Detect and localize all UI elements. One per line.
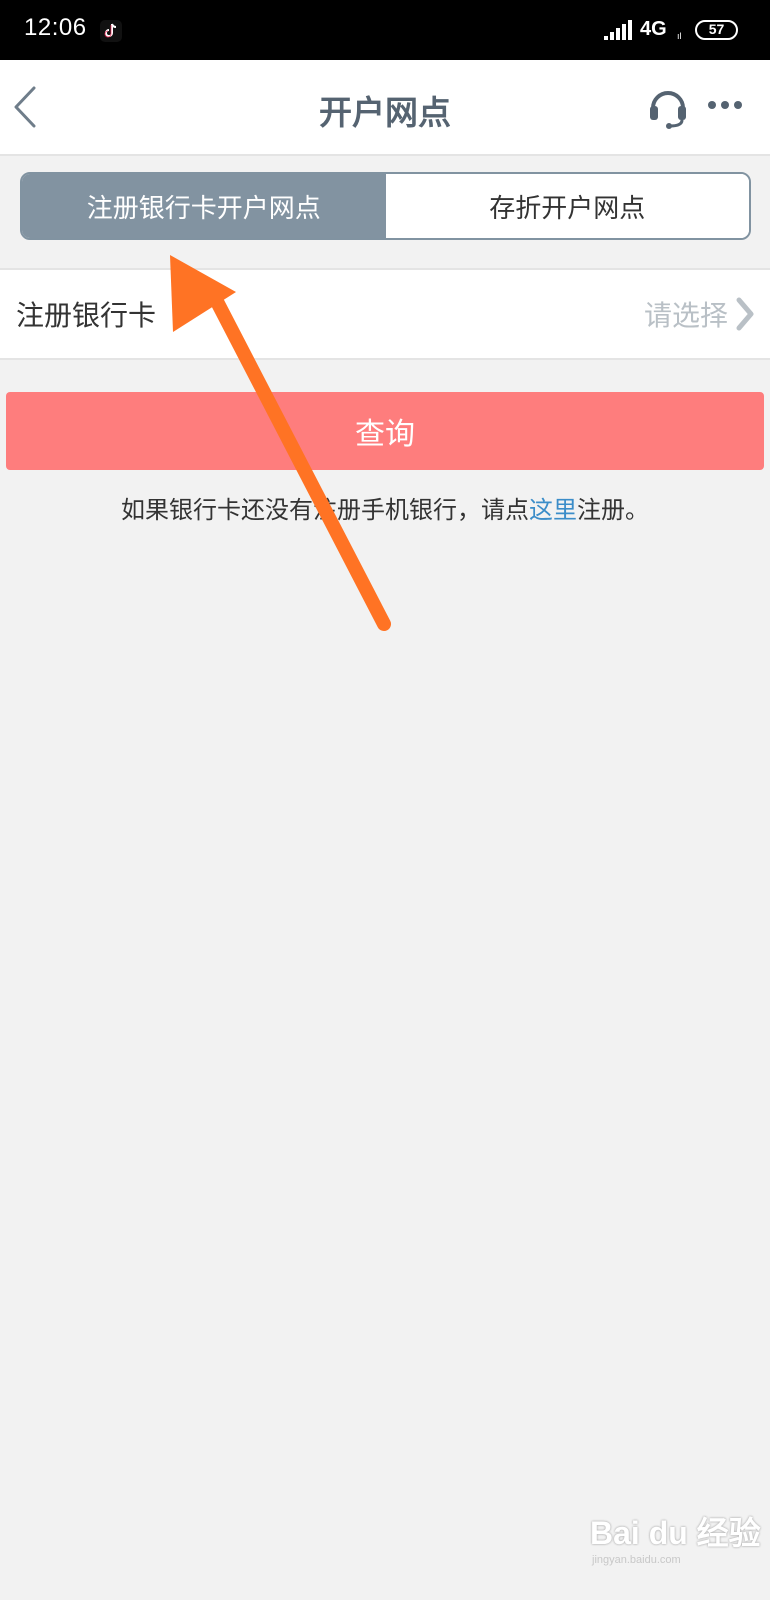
nav-bar: 开户网点: [0, 60, 770, 156]
network-strength: ıl: [677, 31, 682, 41]
status-bar: 12:06 4G ıl 57: [0, 0, 770, 60]
card-select-label: 注册银行卡: [16, 299, 157, 332]
signal-icon: [604, 20, 634, 46]
tab-switch: 注册银行卡开户网点 存折开户网点: [20, 172, 751, 240]
card-select-value[interactable]: 请选择: [644, 294, 728, 334]
more-icon[interactable]: [707, 96, 743, 115]
battery-icon: 57: [695, 20, 738, 40]
register-hint-prefix: 如果银行卡还没有注册手机银行，请点: [121, 496, 529, 524]
card-select-row[interactable]: 注册银行卡 请选择: [0, 268, 770, 360]
status-time: 12:06: [24, 14, 87, 41]
query-button[interactable]: 查询: [6, 392, 764, 470]
watermark-url: jingyan.baidu.com: [592, 1554, 681, 1566]
tab-passbook-branch[interactable]: 存折开户网点: [385, 174, 749, 238]
register-hint-suffix: 注册。: [577, 496, 649, 524]
battery-level: 57: [708, 21, 725, 37]
watermark-logo: Bai du 经验: [590, 1515, 761, 1551]
tab-registered-card-branch[interactable]: 注册银行卡开户网点: [22, 174, 386, 238]
headset-icon[interactable]: [648, 86, 688, 134]
chevron-right-icon: [734, 296, 756, 336]
register-hint: 如果银行卡还没有注册手机银行，请点这里注册。: [0, 490, 770, 525]
register-link[interactable]: 这里: [529, 496, 577, 524]
annotation-arrow: [170, 255, 391, 631]
network-type: 4G: [640, 18, 667, 40]
tiktok-icon: [100, 20, 122, 42]
